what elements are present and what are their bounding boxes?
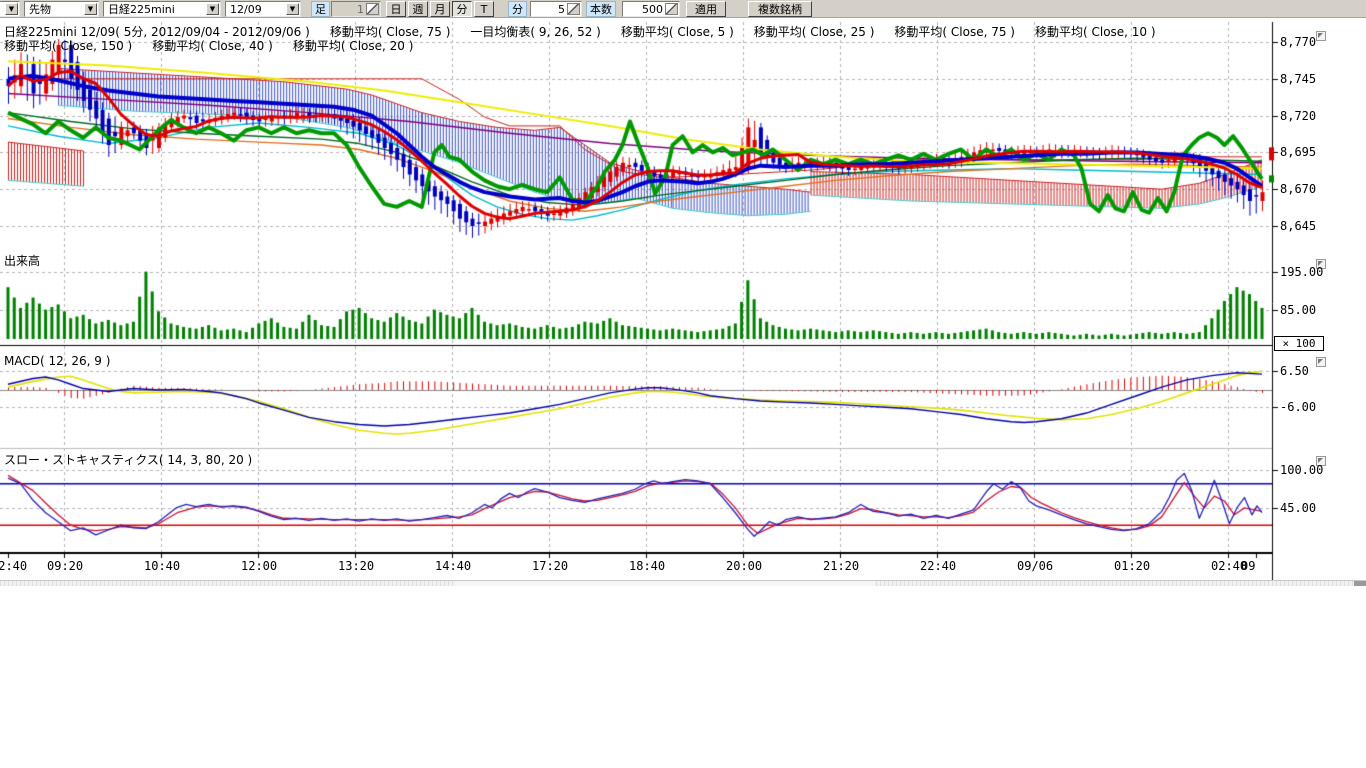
- bar-type-label: 足: [311, 1, 330, 17]
- contract-month-value: 12/09: [230, 3, 262, 16]
- legend-item: 移動平均( Close, 25 ): [754, 25, 875, 39]
- instrument-type-value: 先物: [29, 3, 51, 16]
- time-axis-label: 09/06: [1017, 559, 1053, 573]
- scrollbar-end-block[interactable]: [1354, 581, 1366, 586]
- price-axis-tick-label: 8,670: [1280, 182, 1316, 196]
- stoch-axis-tick-label: 100.00: [1280, 463, 1323, 477]
- chevron-down-icon[interactable]: ▼: [84, 3, 97, 15]
- chart-area: 日経225mini 12/09( 5分, 2012/09/04 - 2012/0…: [0, 0, 1366, 768]
- scrollbar-track[interactable]: [455, 581, 875, 586]
- volume-multiplier-badge: × 100: [1274, 336, 1324, 351]
- time-axis-label: 18:40: [629, 559, 665, 573]
- period-minute-button[interactable]: 分: [452, 1, 472, 17]
- chevron-down-icon[interactable]: ▼: [206, 3, 219, 15]
- legend-item: 移動平均( Close, 75 ): [894, 25, 1015, 39]
- time-axis-label: 09:20: [47, 559, 83, 573]
- chevron-down-icon[interactable]: ▼: [286, 3, 299, 15]
- time-axis-label: 20:00: [726, 559, 762, 573]
- period-tick-button[interactable]: T: [474, 1, 494, 17]
- spin-button[interactable]: [567, 3, 580, 15]
- volume-axis-tick-label: 85.00: [1280, 303, 1316, 317]
- period-day-button[interactable]: 日: [386, 1, 406, 17]
- minute-label: 分: [508, 1, 527, 17]
- instrument-value: 日経225mini: [108, 3, 175, 16]
- time-axis-label: 17:20: [532, 559, 568, 573]
- bars-count-value: 500: [642, 3, 663, 16]
- legend-item: 移動平均( Close, 10 ): [1035, 25, 1156, 39]
- macd-axis-tick-label: 6.50: [1280, 364, 1309, 378]
- horizontal-scrollbar[interactable]: [0, 580, 1366, 586]
- stoch-axis-tick-label: 45.00: [1280, 501, 1316, 515]
- time-axis-label: 01:20: [1114, 559, 1150, 573]
- period-month-button[interactable]: 月: [430, 1, 450, 17]
- contract-month-combobox[interactable]: 12/09 ▼: [225, 1, 301, 17]
- price-axis-tick-label: 8,770: [1280, 35, 1316, 49]
- partial-combobox[interactable]: ▼: [0, 1, 20, 17]
- time-axis-label: 02:40: [0, 559, 27, 573]
- time-axis-label: 22:40: [920, 559, 956, 573]
- price-axis-tick-label: 8,720: [1280, 109, 1316, 123]
- bars-count-label: 本数: [586, 1, 616, 17]
- bars-count-stepper[interactable]: 500: [622, 1, 680, 17]
- time-axis-label: 12:00: [241, 559, 277, 573]
- volume-axis-tick-label: 195.00: [1280, 265, 1323, 279]
- toolbar: ▼ 先物 ▼ 日経225mini ▼ 12/09 ▼ 足 1 日 週 月 分 T…: [0, 0, 1366, 18]
- stochastics-pane-title: スロー・ストキャスティクス( 14, 3, 80, 20 ): [4, 451, 252, 468]
- instrument-combobox[interactable]: 日経225mini ▼: [103, 1, 221, 17]
- price-axis-tick-label: 8,745: [1280, 72, 1316, 86]
- period-week-button[interactable]: 週: [408, 1, 428, 17]
- time-axis-label: 13:20: [338, 559, 374, 573]
- macd-axis-tick-label: -6.00: [1280, 400, 1316, 414]
- minute-stepper[interactable]: 5: [530, 1, 582, 17]
- apply-button[interactable]: 適用: [686, 1, 726, 17]
- legend-item: 移動平均( Close, 150 ): [4, 39, 132, 53]
- price-axis-tick-label: 8,645: [1280, 219, 1316, 233]
- pane-collapse-icon[interactable]: [1316, 31, 1326, 41]
- macd-pane-title: MACD( 12, 26, 9 ): [4, 354, 110, 368]
- volume-pane-title: 出来高: [4, 252, 40, 269]
- spin-button[interactable]: [665, 3, 678, 15]
- time-axis-label: 09: [1241, 559, 1255, 573]
- multi-symbol-button[interactable]: 複数銘柄: [748, 1, 812, 17]
- spin-button[interactable]: [366, 3, 379, 15]
- time-axis-label: 14:40: [435, 559, 471, 573]
- time-axis-label: 21:20: [823, 559, 859, 573]
- minute-value: 5: [558, 3, 565, 16]
- chart-canvas[interactable]: [0, 0, 1366, 600]
- legend-item: 移動平均( Close, 5 ): [621, 25, 734, 39]
- pane-collapse-icon[interactable]: [1316, 357, 1326, 367]
- bar-interval-stepper[interactable]: 1: [331, 1, 381, 17]
- price-axis-tick-label: 8,695: [1280, 145, 1316, 159]
- legend-item: 移動平均( Close, 40 ): [152, 39, 273, 53]
- time-axis-label: 10:40: [144, 559, 180, 573]
- legend-row-2: 移動平均( Close, 150 ) 移動平均( Close, 40 ) 移動平均(…: [4, 37, 433, 54]
- chevron-down-icon[interactable]: ▼: [5, 3, 18, 15]
- instrument-type-combobox[interactable]: 先物 ▼: [24, 1, 99, 17]
- legend-item: 移動平均( Close, 20 ): [293, 39, 414, 53]
- legend-item: 一目均衡表( 9, 26, 52 ): [470, 25, 600, 39]
- bar-interval-value: 1: [357, 3, 364, 16]
